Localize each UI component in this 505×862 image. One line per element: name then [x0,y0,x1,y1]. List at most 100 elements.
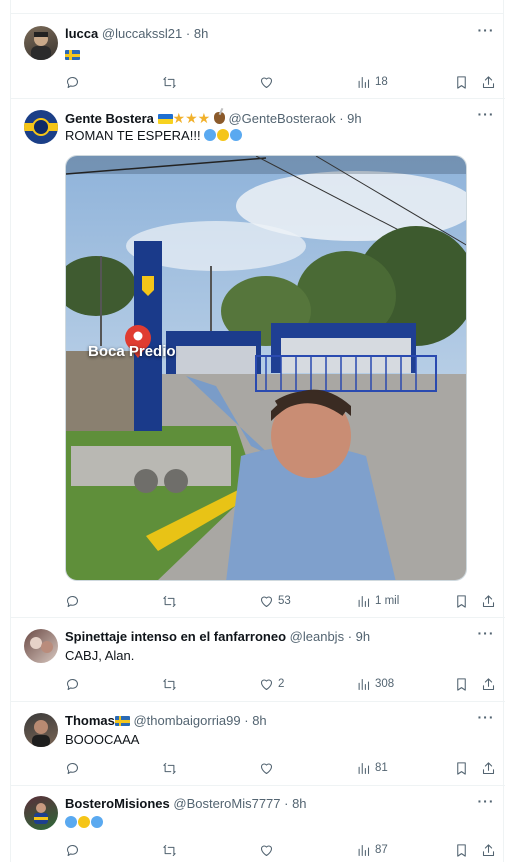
avatar[interactable] [24,110,58,144]
display-name[interactable]: Thomas [65,713,115,728]
views-button[interactable]: 87 [356,840,388,860]
yellow-heart-icon [217,129,230,141]
more-icon[interactable]: ··· [477,626,495,644]
share-button[interactable] [481,674,496,694]
views-count: 81 [375,762,388,774]
retweet-button[interactable] [162,758,177,778]
user-handle[interactable]: @leanbjs [290,629,344,644]
boca-predio-photo [66,156,466,580]
heart-icon [260,762,273,774]
like-button[interactable]: 53 [259,591,291,611]
bookmark-button[interactable] [454,674,469,694]
timestamp[interactable]: · 8h [284,796,306,811]
sweden-flag-emoji [114,716,130,726]
views-icon [358,76,370,88]
tweet-spinettaje[interactable]: Spinettaje intenso en el fanfarroneo @le… [11,618,505,702]
more-icon[interactable]: ··· [477,794,495,812]
views-count: 18 [375,76,388,88]
like-button[interactable] [259,72,274,92]
timestamp[interactable]: · 9h [339,111,361,126]
tweet-gente-bostera[interactable]: Gente Bostera ★★★ @GenteBosteraok · 9h ·… [11,99,505,618]
user-handle[interactable]: @GenteBosteraok [228,111,335,126]
retweet-icon [163,76,176,88]
reply-button[interactable] [65,758,80,778]
avatar[interactable] [24,629,58,663]
retweet-button[interactable] [162,591,177,611]
avatar[interactable] [24,26,58,60]
retweet-button[interactable] [162,674,177,694]
bookmark-icon [457,761,466,775]
tweet-actions: 2 308 [65,674,505,694]
more-icon[interactable]: ··· [477,107,495,125]
tweet-bostero-misiones[interactable]: BosteroMisiones @BosteroMis7777 · 8h ···… [11,786,505,862]
bookmark-button[interactable] [454,72,469,92]
star-icon: ★ [172,110,186,126]
tweet-text: CABJ, Alan. [65,648,135,663]
timestamp[interactable]: · 8h [186,26,208,41]
tweet-lucca[interactable]: lucca @luccakssl21 · 8h ··· 18 [11,15,505,99]
retweet-button[interactable] [162,72,177,92]
views-button[interactable]: 1 mil [356,591,399,611]
retweet-icon [163,844,176,856]
views-button[interactable]: 81 [356,758,388,778]
tweet-header: BosteroMisiones @BosteroMis7777 · 8h [65,796,465,812]
bookmark-button[interactable] [454,758,469,778]
sweden-flag-emoji [65,50,80,60]
tweet-text-content: ROMAN TE ESPERA!!! [65,128,201,143]
tweet-text: BOOOCAAA [65,732,140,747]
reply-button[interactable] [65,591,80,611]
heart-icon [260,678,273,690]
display-name[interactable]: BosteroMisiones [65,796,170,811]
more-icon[interactable]: ··· [477,23,495,41]
reply-button[interactable] [65,840,80,860]
views-count: 1 mil [375,595,400,607]
like-button[interactable] [259,840,274,860]
bookmark-button[interactable] [454,840,469,860]
star-icon: ★ [185,110,198,126]
bookmark-button[interactable] [454,591,469,611]
share-icon [482,843,495,856]
like-button[interactable]: 2 [259,674,284,694]
views-icon [358,762,370,774]
retweet-button[interactable] [162,840,177,860]
share-button[interactable] [481,591,496,611]
share-button[interactable] [481,758,496,778]
reply-icon [66,762,78,774]
views-icon [358,844,370,856]
tweet-actions: 81 [65,758,505,778]
display-name[interactable]: Gente Bostera [65,111,154,126]
more-icon[interactable]: ··· [477,710,495,728]
tweet-header: Gente Bostera ★★★ @GenteBosteraok · 9h [65,110,465,127]
like-count: 2 [278,678,285,690]
like-button[interactable] [259,758,274,778]
share-button[interactable] [481,840,496,860]
blue-heart-icon [91,816,103,828]
timestamp[interactable]: · 8h [244,713,266,728]
timestamp[interactable]: · 9h [348,629,370,644]
share-icon [482,594,495,607]
share-icon [482,75,495,88]
tweet-actions: 53 1 mil [65,591,505,611]
share-icon [482,677,495,690]
reply-icon [66,595,78,607]
avatar[interactable] [24,796,58,830]
tweet-thomas[interactable]: Thomas @thombaigorria99 · 8h ··· BOOOCAA… [11,702,505,786]
tweet-text [65,46,80,63]
tweet-media-image[interactable]: Boca Predio [65,155,467,581]
user-handle[interactable]: @luccakssl21 [102,26,182,41]
views-button[interactable]: 18 [356,72,388,92]
blue-heart-icon [204,129,217,141]
reply-button[interactable] [65,674,80,694]
display-name[interactable]: Spinettaje intenso en el fanfarroneo [65,629,286,644]
avatar[interactable] [24,713,58,747]
ukraine-flag-emoji [157,114,173,124]
views-count: 87 [375,844,388,856]
user-handle[interactable]: @thombaigorria99 [133,713,240,728]
tweet-header: Spinettaje intenso en el fanfarroneo @le… [65,629,465,645]
user-handle[interactable]: @BosteroMis7777 [173,796,280,811]
display-name[interactable]: lucca [65,26,98,41]
views-button[interactable]: 308 [356,674,394,694]
reply-button[interactable] [65,72,80,92]
heart-icon [260,76,273,88]
share-button[interactable] [481,72,496,92]
